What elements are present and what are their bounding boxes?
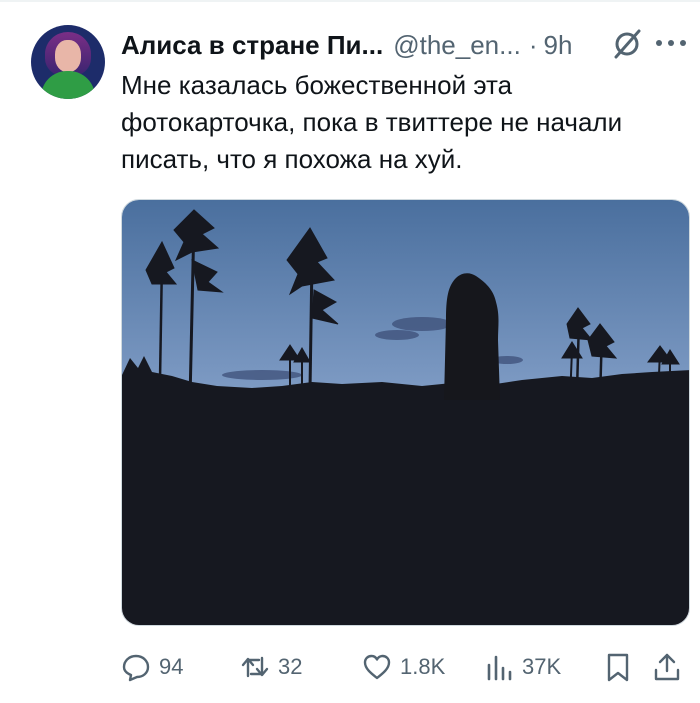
views-button[interactable]: 37K bbox=[484, 645, 561, 689]
like-button[interactable]: 1.8K bbox=[362, 645, 445, 689]
like-count: 1.8K bbox=[400, 654, 446, 679]
standing-stone bbox=[444, 273, 500, 400]
tweet-text: Мне казалась божественной эта фотокарточ… bbox=[121, 70, 623, 174]
tweet-header: Алиса в стране Пи... @the_en... · 9h bbox=[121, 28, 572, 62]
reply-button[interactable]: 94 bbox=[121, 645, 183, 689]
repost-button[interactable]: 32 bbox=[240, 645, 302, 689]
avatar[interactable] bbox=[31, 25, 105, 99]
bookmark-icon bbox=[607, 653, 629, 682]
more-icon[interactable] bbox=[654, 36, 688, 50]
avatar-body bbox=[41, 71, 95, 99]
bookmark-button[interactable] bbox=[603, 645, 633, 689]
views-icon bbox=[487, 655, 512, 681]
photo-scene bbox=[122, 200, 689, 625]
share-icon bbox=[654, 653, 680, 681]
like-icon bbox=[363, 654, 391, 680]
ground bbox=[122, 395, 689, 625]
display-name[interactable]: Алиса в стране Пи... bbox=[121, 30, 383, 61]
grok-icon[interactable] bbox=[611, 28, 643, 60]
view-count: 37K bbox=[522, 654, 562, 679]
tweet-photo[interactable] bbox=[121, 199, 690, 626]
repost-icon bbox=[241, 656, 269, 678]
separator-dot: · bbox=[528, 29, 538, 60]
top-divider bbox=[0, 0, 700, 2]
reply-icon bbox=[122, 654, 150, 682]
action-bar: 94 32 1.8K 37K bbox=[0, 645, 700, 689]
user-handle[interactable]: @the_en... bbox=[393, 30, 521, 61]
avatar-face bbox=[55, 40, 81, 72]
timestamp[interactable]: 9h bbox=[543, 30, 572, 61]
share-button[interactable] bbox=[652, 645, 682, 689]
repost-count: 32 bbox=[278, 654, 303, 679]
reply-count: 94 bbox=[159, 654, 184, 679]
